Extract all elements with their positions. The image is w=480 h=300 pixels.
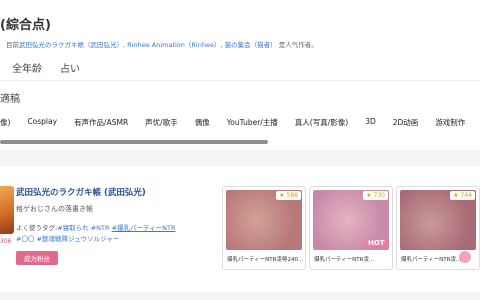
- post-thumbnail[interactable]: ★ 730 HOT 爆乳パーティーNTR凌...: [309, 186, 393, 270]
- like-badge: ★ 588: [276, 191, 301, 200]
- creator-description: 格ゲおじさんの落書き帳: [16, 205, 93, 213]
- tags-line: よく使うタグ:#寝取られ #NTR #爆乳パーティーNTR: [16, 224, 176, 232]
- creator-link[interactable]: 猫の集会（猫者）: [225, 41, 277, 49]
- creator-card: 306 武田弘光のラクガキ帳 (武田弘光) 格ゲおじさんの落書き帳 よく使うタグ…: [0, 166, 480, 292]
- category-item[interactable]: 游戏制作: [435, 117, 465, 128]
- section-label: 適稿: [0, 94, 20, 105]
- post-thumbnail[interactable]: ★ 744 爆乳パーティーNTR凌...: [396, 186, 480, 270]
- tag-link[interactable]: #〇〇: [16, 235, 34, 243]
- star-icon: ★: [279, 192, 285, 199]
- age-tabs: 全年龄 占い: [12, 60, 98, 75]
- category-item[interactable]: 3D: [365, 117, 376, 128]
- creator-link[interactable]: 武田弘光のラクガキ帳（武田弘光）: [19, 41, 123, 49]
- divider: [0, 80, 480, 81]
- post-thumbnail[interactable]: ★ 588 爆乳パーティーNTR凌辱240...: [222, 186, 306, 270]
- like-badge: ★ 730: [363, 191, 388, 200]
- category-item[interactable]: 真人(写真/影像): [295, 117, 348, 128]
- category-item[interactable]: YouTuber/主播: [227, 117, 278, 128]
- avatar-count: 306: [0, 238, 12, 245]
- category-item[interactable]: 像): [0, 117, 10, 128]
- category-item[interactable]: 2D动画: [393, 117, 419, 128]
- tag-link[interactable]: #寝取られ: [57, 224, 88, 232]
- like-badge: ★ 744: [450, 191, 475, 200]
- tab-all-ages[interactable]: 全年龄: [12, 60, 42, 75]
- thumbnail-caption: 爆乳パーティーNTR凌...: [314, 257, 375, 263]
- tab-fortune[interactable]: 占い: [60, 60, 80, 75]
- star-icon: ★: [366, 192, 372, 199]
- star-icon: ★: [453, 192, 459, 199]
- become-fan-button[interactable]: 成为粉丝: [16, 251, 58, 265]
- avatar[interactable]: [0, 186, 14, 234]
- category-scrollbar[interactable]: [0, 140, 268, 144]
- thumbnail-caption: 爆乳パーティーNTR凌辱240...: [227, 257, 303, 263]
- popular-creators-line: 目前武田弘光のラクガキ帳（武田弘光）, Rinhee Animation（Rin…: [6, 41, 318, 49]
- tag-link[interactable]: #爆乳パーティーNTR: [112, 224, 176, 232]
- category-item[interactable]: 声优/歌手: [145, 117, 178, 128]
- creator-name[interactable]: 武田弘光のラクガキ帳 (武田弘光): [16, 186, 146, 198]
- tags-line: #〇〇 #獣魂戦隊ジュウソルジャー: [16, 233, 119, 243]
- tag-link[interactable]: #NTR: [91, 224, 110, 232]
- page-title: (綜合点): [0, 18, 51, 33]
- header-panel: (綜合点) 目前武田弘光のラクガキ帳（武田弘光）, Rinhee Animati…: [0, 0, 480, 150]
- category-item[interactable]: 偶像: [195, 117, 210, 128]
- tag-link[interactable]: #獣魂戦隊ジュウソルジャー: [37, 235, 120, 243]
- category-item[interactable]: 有声作品/ASMR: [74, 117, 128, 128]
- thumbnail-caption: 爆乳パーティーNTR凌...: [401, 257, 462, 263]
- creator-link[interactable]: Rinhee Animation（Rinhee）: [127, 41, 220, 49]
- page: (綜合点) 目前武田弘光のラクガキ帳（武田弘光）, Rinhee Animati…: [0, 0, 480, 300]
- category-row: 像) Cosplay 有声作品/ASMR 声优/歌手 偶像 YouTuber/主…: [0, 117, 480, 128]
- hot-badge: HOT: [366, 239, 387, 247]
- category-item[interactable]: Cosplay: [27, 117, 57, 128]
